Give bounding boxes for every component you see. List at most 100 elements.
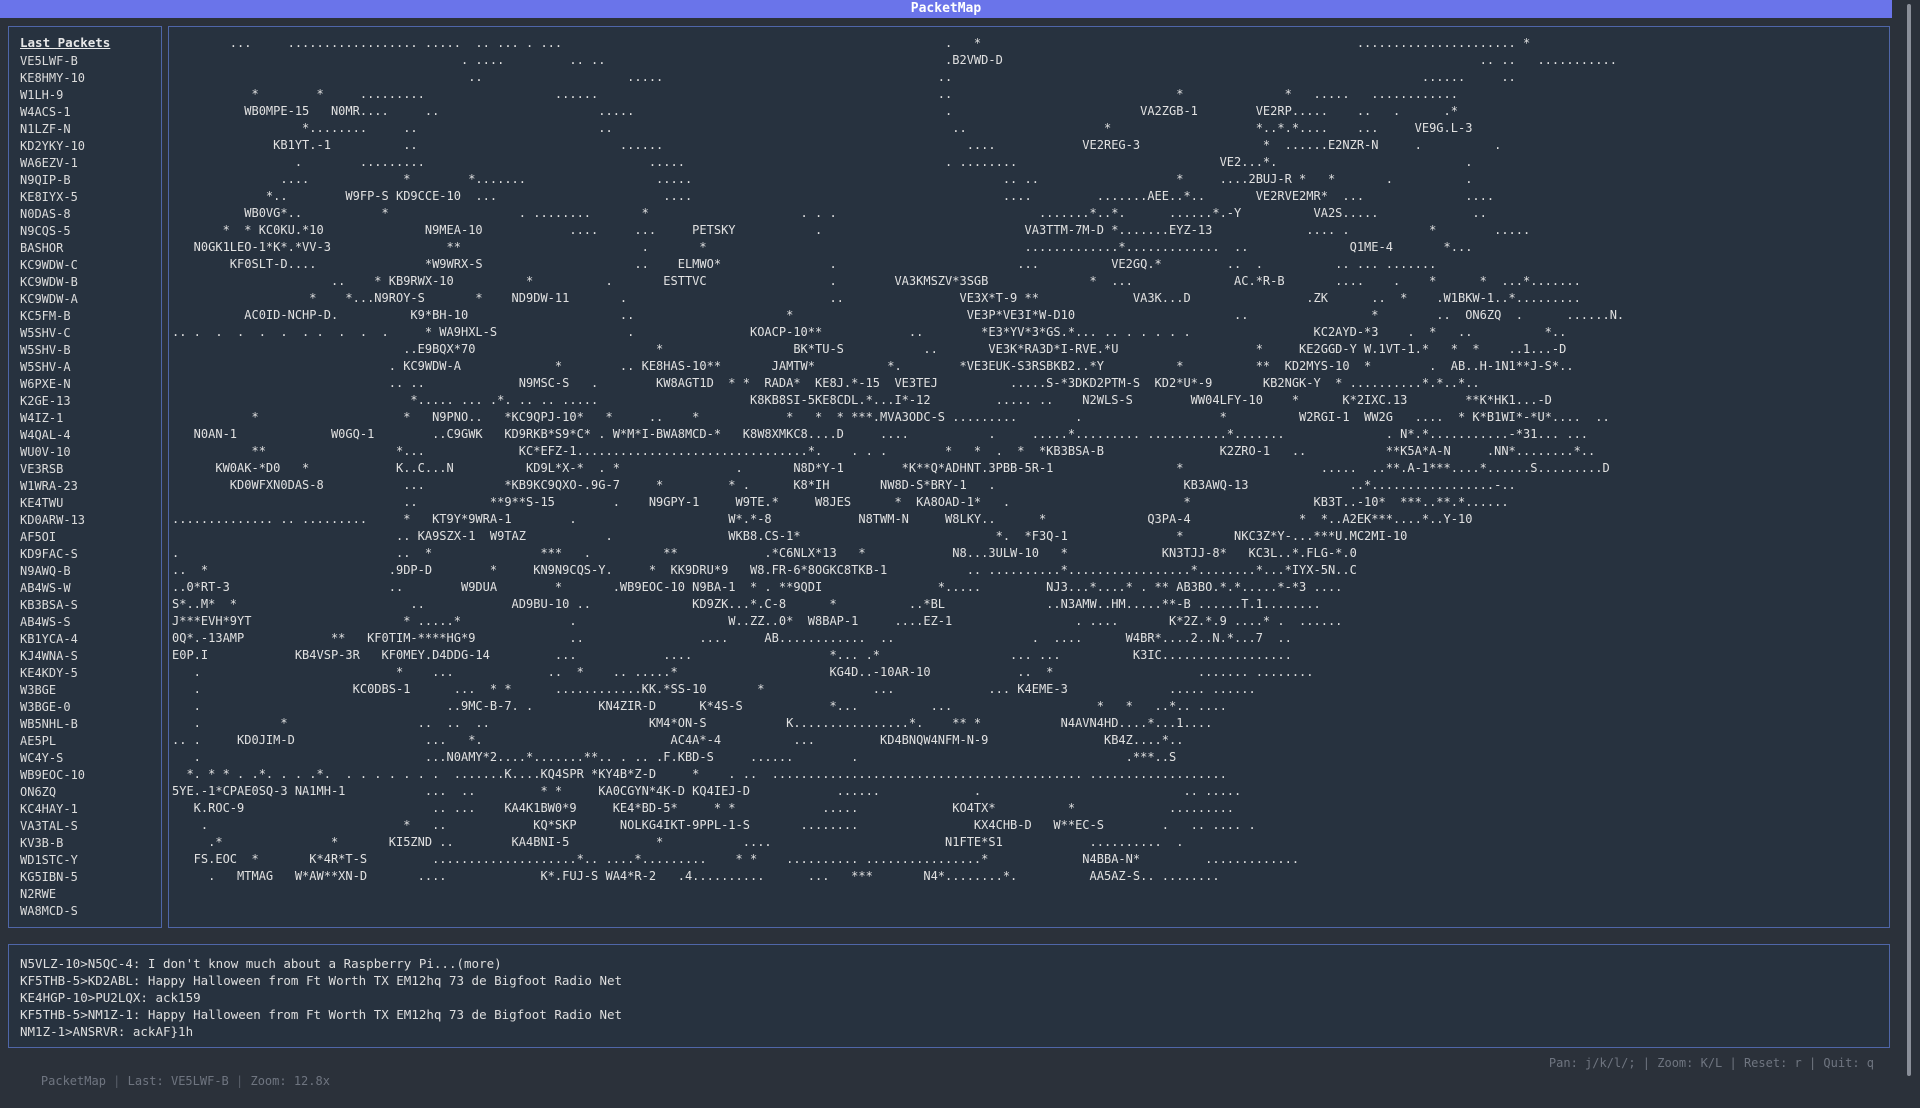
last-packet-item[interactable]: KJ4WNA-S: [20, 648, 85, 665]
last-packet-item[interactable]: KE8HMY-10: [20, 70, 85, 87]
last-packet-item[interactable]: W5SHV-A: [20, 359, 85, 376]
message-item: NM1Z-1>ANSRVR: ackAF}1h: [20, 1024, 194, 1039]
map-row: . * .. .. .. KM4*ON-S K................*…: [172, 716, 1213, 730]
map-row: ..E9BQX*70 * BK*TU-S .. VE3K*RA3D*I-RVE.…: [172, 342, 1567, 356]
last-packet-item[interactable]: KV3B-B: [20, 835, 85, 852]
map-row: 0Q*.-13AMP ** KF0TIM-****HG*9 .. .... AB…: [172, 631, 1292, 645]
map-row: .. ..... .. ...... ..: [172, 70, 1516, 84]
map-row: E0P.I KB4VSP-3R KF0MEY.D4DDG-14 ... ....…: [172, 648, 1292, 662]
last-packet-item[interactable]: W4QAL-4: [20, 427, 85, 444]
map-row: K.ROC-9 .. ... KA4K1BW0*9 KE4*BD-5* * * …: [172, 801, 1235, 815]
map-row: .. * .9DP-D * KN9N9CQS-Y. * KK9DRU*9 W8.…: [172, 563, 1357, 577]
last-packets-list: VE5LWF-B KE8HMY-10 W1LH-9 W4ACS-1 N1LZF-N KD2…: [20, 53, 85, 920]
last-packet-item[interactable]: N2RWE: [20, 886, 85, 903]
last-packet-item[interactable]: W6PXE-N: [20, 376, 85, 393]
last-packet-item[interactable]: KE8IYX-5: [20, 189, 85, 206]
map-row: . .. * *** . ** .*C6NLX*13 * N8...3ULW-1…: [172, 546, 1357, 560]
last-packet-item[interactable]: WC4Y-S: [20, 750, 85, 767]
last-packet-item[interactable]: KG5IBN-5: [20, 869, 85, 886]
map-row: .. . . . . . . . . . . * WA9HXL-S . KOAC…: [172, 325, 1567, 339]
last-packet-item[interactable]: WB9EOC-10: [20, 767, 85, 784]
last-packet-item[interactable]: N0DAS-8: [20, 206, 85, 223]
messages-panel: N5VLZ-10>N5QC-4: I don't know much about…: [8, 944, 1890, 1048]
last-packet-item[interactable]: W5SHV-B: [20, 342, 85, 359]
last-packet-item[interactable]: WA8MCD-S: [20, 903, 85, 920]
last-packet-item[interactable]: KE4KDY-5: [20, 665, 85, 682]
last-packet-item[interactable]: W1LH-9: [20, 87, 85, 104]
last-packet-item[interactable]: KC9WDW-C: [20, 257, 85, 274]
last-packet-item[interactable]: W4ACS-1: [20, 104, 85, 121]
last-packet-item[interactable]: N1LZF-N: [20, 121, 85, 138]
last-packet-item[interactable]: WU0V-10: [20, 444, 85, 461]
scrollbar-thumb[interactable]: [1907, 4, 1911, 1076]
last-packet-item[interactable]: VE3RSB: [20, 461, 85, 478]
last-packet-item[interactable]: KC5FM-B: [20, 308, 85, 325]
map-row: N0GK1LEO-1*K*.*VV-3 ** . * .............…: [172, 240, 1473, 254]
status-keybindings: Pan: j/k/l/; | Zoom: K/L | Reset: r | Qu…: [1548, 1056, 1874, 1070]
last-packet-item[interactable]: W3BGE: [20, 682, 85, 699]
map-row: * * ......... ...... .. * * ..... ......…: [172, 87, 1458, 101]
map-row: .... * *....... ..... .. .. * ....2BUJ-R…: [172, 172, 1473, 186]
status-app-name: PacketMap: [40, 1074, 106, 1088]
last-packet-item[interactable]: WB5NHL-B: [20, 716, 85, 733]
last-packet-item[interactable]: AE5PL: [20, 733, 85, 750]
map-row: KB1YT.-1 .. ...... .... VE2REG-3 * .....…: [172, 138, 1502, 152]
map-row: . KC0DBS-1 ... * * ............KK.*SS-10…: [172, 682, 1256, 696]
message-item: N5VLZ-10>N5QC-4: I don't know much about…: [20, 956, 502, 971]
map-row: * * KC0KU.*10 N9MEA-10 .... ... PETSKY .…: [172, 223, 1531, 237]
last-packet-item[interactable]: WD1STC-Y: [20, 852, 85, 869]
app-title: PacketMap: [0, 0, 1892, 18]
status-zoom: Zoom: 12.8x: [250, 1074, 330, 1088]
message-item: KF5THB-5>NM1Z-1: Happy Halloween from Ft…: [20, 1007, 623, 1022]
last-packet-item[interactable]: K2GE-13: [20, 393, 85, 410]
map-row: ... .................. ..... .. ... . ..…: [172, 36, 1531, 50]
last-packet-item[interactable]: W1WRA-23: [20, 478, 85, 495]
status-bar: PacketMap | Last: VE5LWF-B | Zoom: 12.8x…: [12, 1054, 1884, 1088]
last-packet-item[interactable]: N9QIP-B: [20, 172, 85, 189]
map-row: . ..9MC-B-7. . KN4ZIR-D K*4S-S *... ... …: [172, 699, 1227, 713]
last-packet-item[interactable]: KC9WDW-B: [20, 274, 85, 291]
map-row: WB0VG*.. * . ........ * . . . .......*..…: [172, 206, 1487, 220]
last-packet-item[interactable]: KB1YCA-4: [20, 631, 85, 648]
last-packet-item[interactable]: KC9WDW-A: [20, 291, 85, 308]
last-packet-item[interactable]: W3BGE-0: [20, 699, 85, 716]
last-packet-item[interactable]: VE5LWF-B: [20, 53, 85, 70]
map-row: WB0MPE-15 N0MR.... .. ..... . VA2ZGB-1 V…: [172, 104, 1458, 118]
last-packet-item[interactable]: N9CQS-5: [20, 223, 85, 240]
last-packet-item[interactable]: KB3BSA-S: [20, 597, 85, 614]
map-row: S*..M* * .. AD9BU-10 .. KD9ZK...*.C-8 * …: [172, 597, 1321, 611]
last-packet-item[interactable]: BASHOR: [20, 240, 85, 257]
last-packet-item[interactable]: KD0ARW-13: [20, 512, 85, 529]
last-packet-item[interactable]: W4IZ-1: [20, 410, 85, 427]
last-packet-item[interactable]: ON6ZQ: [20, 784, 85, 801]
map-row: *.. W9FP-S KD9CCE-10 ... .... .... .....…: [172, 189, 1495, 203]
map-row: ** *... KC*EFZ-1........................…: [172, 444, 1596, 458]
map-row: FS.EOC * K*4R*T-S ....................*.…: [172, 852, 1300, 866]
last-packet-item[interactable]: KD9FAC-S: [20, 546, 85, 563]
map-row: .. .. N9MSC-S . KW8AGT1D * * RADA* KE8J.…: [172, 376, 1480, 390]
packet-map-canvas[interactable]: ... .................. ..... .. ... . ..…: [168, 26, 1890, 928]
map-row: 5YE.-1*CPAE0SQ-3 NA1MH-1 ... .. * * KA0C…: [172, 784, 1242, 798]
last-packet-item[interactable]: AF5OI: [20, 529, 85, 546]
last-packets-title: Last Packets: [20, 35, 111, 50]
map-row: .. KA9SZX-1 W9TAZ . WKB8.CS-1* *. *F3Q-1…: [172, 529, 1408, 543]
last-packet-item[interactable]: KD2YKY-10: [20, 138, 85, 155]
map-row: .. * KB9RWX-10 * . ESTTVC . VA3KMSZV*3SG…: [172, 274, 1581, 288]
last-packet-item[interactable]: AB4WS-W: [20, 580, 85, 597]
map-row: .............. .. ......... * KT9Y*9WRA-…: [172, 512, 1473, 526]
last-packet-item[interactable]: W5SHV-C: [20, 325, 85, 342]
map-row: . MTMAG W*AW**XN-D .... K*.FUJ-S WA4*R-2…: [172, 869, 1220, 883]
last-packet-item[interactable]: WA6EZV-1: [20, 155, 85, 172]
map-row: . ......... ..... . ........ VE2...*. .: [172, 155, 1473, 169]
map-row: .* * KI5ZND .. KA4BNI-5 * .... N1FTE*S1 …: [172, 835, 1184, 849]
ascii-map: ... .................. ..... .. ... . ..…: [172, 35, 1624, 885]
message-item: KE4HGP-10>PU2LQX: ack159: [20, 990, 201, 1005]
last-packet-item[interactable]: KC4HAY-1: [20, 801, 85, 818]
last-packet-item[interactable]: KE4TWU: [20, 495, 85, 512]
last-packet-item[interactable]: VA3TAL-S: [20, 818, 85, 835]
last-packet-item[interactable]: AB4WS-S: [20, 614, 85, 631]
map-row: ..0*RT-3 .. W9DUA * .WB9EOC-10 N9BA-1 * …: [172, 580, 1343, 594]
status-left: PacketMap | Last: VE5LWF-B | Zoom: 12.8x: [12, 1054, 330, 1108]
map-row: * *...N9ROY-S * ND9DW-11 . .. VE3X*T-9 *…: [172, 291, 1581, 305]
last-packet-item[interactable]: N9AWQ-B: [20, 563, 85, 580]
